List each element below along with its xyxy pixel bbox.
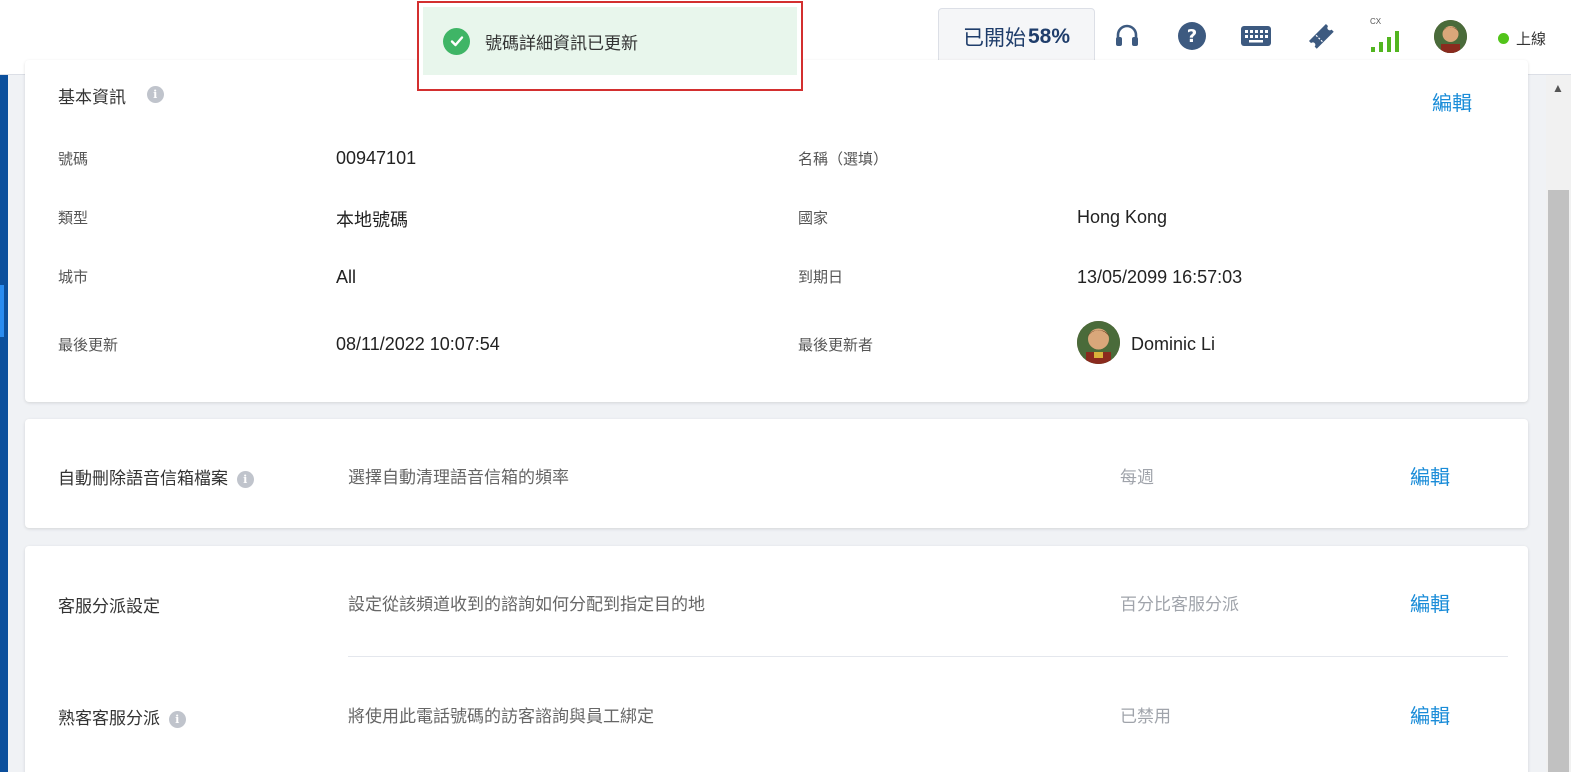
basic-info-edit-button[interactable]: 編輯: [1432, 87, 1472, 116]
routing-value: 百分比客服分派: [1120, 595, 1239, 614]
sticky-routing-title-text: 熟客客服分派: [58, 709, 160, 728]
sticky-routing-title: 熟客客服分派 i: [58, 704, 186, 729]
number-value: 00947101: [336, 148, 417, 168]
status-label: 上線: [1516, 31, 1547, 48]
scroll-up-arrow-icon[interactable]: ▲: [1552, 81, 1564, 95]
progress-prefix: 已開始: [962, 26, 1026, 50]
auto-delete-description: 選擇自動清理語音信箱的頻率: [348, 468, 569, 487]
toast-message: 號碼詳細資訊已更新: [485, 33, 638, 53]
updated-by-avatar: [1077, 321, 1120, 364]
updated-by-label: 最後更新者: [798, 337, 874, 354]
sticky-routing-edit-button[interactable]: 編輯: [1410, 700, 1450, 729]
onboarding-progress-button[interactable]: 已開始 58%: [938, 8, 1095, 65]
success-toast: 號碼詳細資訊已更新: [417, 1, 803, 91]
left-nav-strip: [0, 75, 8, 772]
auto-delete-edit-button[interactable]: 編輯: [1410, 461, 1450, 490]
auto-delete-value: 每週: [1120, 468, 1154, 487]
country-label: 國家: [798, 210, 829, 227]
routing-card: 客服分派設定 設定從該頻道收到的諮詢如何分配到指定目的地 百分比客服分派 編輯 …: [25, 546, 1528, 772]
sticky-routing-value: 已禁用: [1120, 707, 1171, 726]
auto-delete-card: 自動刪除語音信箱檔案 i 選擇自動清理語音信箱的頻率 每週 編輯: [25, 419, 1528, 528]
signal-label: CX: [1370, 17, 1382, 26]
info-icon[interactable]: i: [146, 86, 164, 104]
routing-edit-button[interactable]: 編輯: [1410, 588, 1450, 617]
basic-info-title-text: 基本資訊: [58, 88, 126, 107]
check-circle-icon: [443, 27, 470, 55]
routing-description: 設定從該頻道收到的諮詢如何分配到指定目的地: [348, 595, 705, 614]
name-label: 名稱（選填）: [798, 151, 889, 168]
online-dot-icon: [1498, 33, 1509, 44]
sticky-routing-description: 將使用此電話號碼的訪客諮詢與員工綁定: [348, 707, 654, 726]
vertical-scrollbar[interactable]: ▲: [1546, 75, 1571, 772]
expiry-value: 13/05/2099 16:57:03: [1077, 267, 1243, 287]
last-updated-label: 最後更新: [58, 337, 119, 354]
progress-value: 58%: [1027, 24, 1071, 48]
auto-delete-title: 自動刪除語音信箱檔案 i: [58, 464, 254, 489]
toast-body: 號碼詳細資訊已更新: [423, 7, 797, 75]
info-icon[interactable]: i: [236, 471, 254, 489]
auto-delete-title-text: 自動刪除語音信箱檔案: [58, 469, 228, 488]
keyboard-icon[interactable]: [1240, 20, 1272, 52]
help-icon[interactable]: ?: [1176, 20, 1208, 52]
row-divider: [348, 656, 1508, 657]
user-avatar[interactable]: [1434, 20, 1467, 53]
number-label: 號碼: [58, 151, 89, 168]
type-value: 本地號碼: [336, 210, 408, 230]
nav-active-indicator: [0, 285, 4, 337]
basic-info-title: 基本資訊 i: [58, 83, 164, 108]
scrollbar-thumb[interactable]: [1548, 190, 1569, 772]
updated-by-value: Dominic Li: [1131, 334, 1216, 354]
routing-title: 客服分派設定: [58, 597, 160, 616]
city-label: 城市: [58, 269, 89, 286]
basic-info-card: 基本資訊 i 編輯 號碼 00947101 名稱（選填） 類型 本地號碼 國家 …: [25, 60, 1528, 402]
last-updated-value: 08/11/2022 10:07:54: [336, 334, 500, 354]
city-value: All: [336, 267, 357, 287]
country-value: Hong Kong: [1077, 207, 1168, 227]
online-status[interactable]: 上線: [1498, 28, 1546, 49]
ticket-icon[interactable]: [1305, 20, 1337, 52]
headset-icon[interactable]: [1111, 20, 1143, 52]
signal-strength-icon[interactable]: CX: [1368, 14, 1404, 54]
info-icon[interactable]: i: [168, 711, 186, 729]
expiry-label: 到期日: [798, 269, 844, 286]
svg-text:?: ?: [1187, 26, 1197, 47]
type-label: 類型: [58, 210, 89, 227]
